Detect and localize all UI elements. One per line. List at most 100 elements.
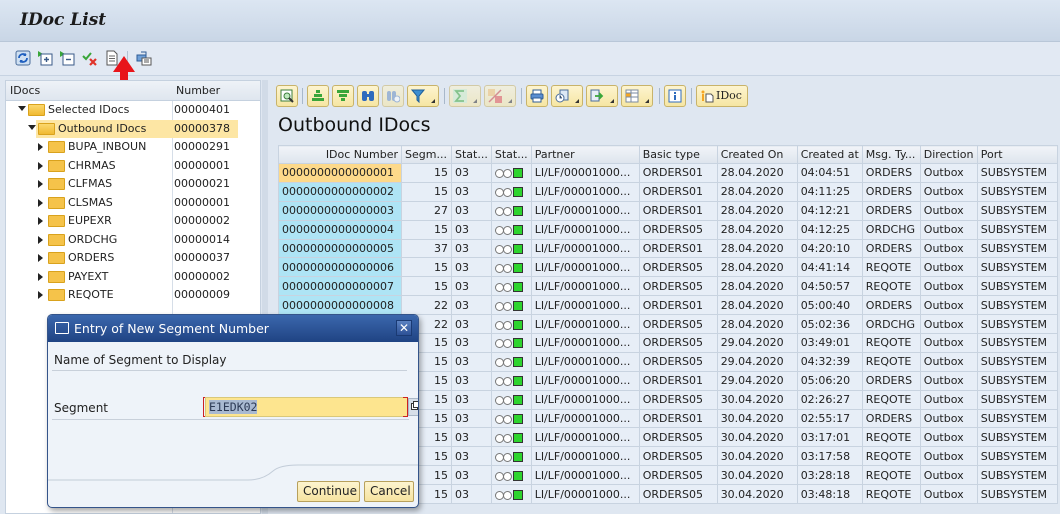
cell: 04:04:51 (796, 163, 863, 183)
filter-button[interactable] (407, 85, 439, 107)
idoc-number-cell[interactable]: 0000000000000001 (278, 163, 402, 183)
cell: SUBSYSTEM (976, 427, 1058, 448)
status-green-light-icon (494, 395, 523, 406)
views-button[interactable] (551, 85, 583, 107)
cell: 28.04.2020 (716, 163, 798, 183)
cell: 30.04.2020 (716, 446, 798, 467)
continue-button[interactable]: Continue (297, 481, 360, 502)
tree-node-number: 00000009 (174, 288, 230, 301)
tree-column-number[interactable]: Number (176, 84, 220, 97)
expand-right-icon[interactable] (38, 161, 43, 170)
expand-right-icon[interactable] (38, 235, 43, 244)
idoc-number-cell[interactable]: 0000000000000003 (278, 200, 402, 221)
expand-subtree-icon[interactable] (37, 50, 53, 66)
expand-right-icon[interactable] (38, 272, 43, 281)
table-row[interactable]: 0000000000000004 15 03 LI/LF/00001000... ORD… (278, 219, 1058, 240)
idoc-number-cell[interactable]: 0000000000000007 (278, 276, 402, 297)
expand-right-icon[interactable] (38, 143, 43, 151)
cell: REQOTE (861, 389, 921, 410)
find-button[interactable] (357, 85, 379, 107)
tree-node[interactable]: REQOTE 00000009 (6, 286, 260, 304)
cell: ORDERS01 (638, 163, 718, 183)
status-lights-cell (490, 408, 532, 429)
dialog-title-bar[interactable]: Entry of New Segment Number ✕ (48, 315, 418, 342)
tree-node[interactable]: CHRMAS 00000001 (6, 157, 260, 175)
status-lights-cell (490, 238, 532, 259)
expand-down-icon[interactable] (28, 124, 36, 130)
cell: 03 (451, 333, 492, 353)
column-header[interactable]: Stat... (451, 145, 492, 164)
expand-right-icon[interactable] (38, 217, 43, 225)
column-header[interactable]: Partner (530, 145, 640, 164)
column-header[interactable]: Created On (716, 145, 798, 164)
column-header[interactable]: Direction (919, 145, 978, 164)
check-cancel-icon[interactable] (82, 50, 98, 66)
column-header[interactable]: Stat... (490, 145, 532, 164)
export-button[interactable] (586, 85, 618, 107)
table-row[interactable]: 0000000000000003 27 03 LI/LF/00001000... ORD… (278, 200, 1058, 221)
find-next-button[interactable] (382, 85, 404, 107)
subtotal-button[interactable] (484, 85, 516, 107)
expand-down-icon[interactable] (18, 106, 26, 111)
collapse-subtree-icon[interactable] (59, 50, 75, 66)
cell: 28.04.2020 (716, 238, 798, 259)
cell: ORDERS05 (638, 484, 718, 505)
status-green-light-icon (494, 281, 523, 292)
expand-right-icon[interactable] (38, 198, 43, 207)
tree-column-idocs[interactable]: IDocs (10, 84, 40, 97)
table-row[interactable]: 0000000000000006 15 03 LI/LF/00001000... ORD… (278, 257, 1058, 278)
column-header[interactable]: IDoc Number (278, 145, 402, 164)
tree-node[interactable]: EUPEXR 00000002 (6, 212, 260, 230)
cell: LI/LF/00001000... (530, 408, 640, 429)
idoc-number-cell[interactable]: 0000000000000008 (278, 295, 402, 316)
tree-node[interactable]: Selected IDocs 00000401 (6, 101, 260, 119)
info-button[interactable] (664, 85, 686, 107)
refresh-icon[interactable] (15, 50, 31, 66)
cell: 28.04.2020 (716, 314, 798, 335)
tree-node[interactable]: ORDCHG 00000014 (6, 231, 260, 249)
cell: SUBSYSTEM (976, 446, 1058, 467)
cell: SUBSYSTEM (976, 465, 1058, 486)
sort-ascending-button[interactable] (307, 85, 329, 107)
sort-descending-button[interactable] (332, 85, 354, 107)
table-row[interactable]: 0000000000000001 15 03 LI/LF/00001000... ORD… (278, 163, 1058, 183)
transport-icon[interactable] (136, 50, 152, 66)
cancel-button[interactable]: Cancel (364, 481, 414, 502)
segment-input[interactable]: E1EDK02 (205, 397, 408, 417)
tree-node[interactable]: CLSMAS 00000001 (6, 194, 260, 212)
expand-right-icon[interactable] (38, 180, 43, 188)
tree-node[interactable]: CLFMAS 00000021 (6, 175, 260, 193)
column-header[interactable]: Created at (796, 145, 863, 164)
idoc-number-cell[interactable]: 0000000000000006 (278, 257, 402, 278)
column-header[interactable]: Segm... (401, 145, 452, 164)
details-button[interactable] (276, 85, 298, 107)
cell: SUBSYSTEM (976, 351, 1058, 372)
sum-button[interactable] (449, 85, 481, 107)
table-row[interactable]: 0000000000000005 37 03 LI/LF/00001000... ORD… (278, 238, 1058, 259)
table-row[interactable]: 0000000000000002 15 03 LI/LF/00001000... ORD… (278, 181, 1058, 202)
column-header[interactable]: Msg. Ty... (861, 145, 921, 164)
tree-node[interactable]: ORDERS 00000037 (6, 249, 260, 267)
tree-node[interactable]: BUPA_INBOUN 00000291 (6, 138, 260, 156)
table-row[interactable]: 0000000000000007 15 03 LI/LF/00001000... ORD… (278, 276, 1058, 297)
cell: ORDCHG (861, 219, 921, 240)
tree-node-label: Selected IDocs (48, 103, 130, 116)
print-button[interactable] (526, 85, 548, 107)
column-header[interactable]: Basic type (638, 145, 718, 164)
expand-right-icon[interactable] (38, 291, 43, 299)
value-help-button[interactable] (408, 398, 418, 416)
tree-node-number: 00000021 (174, 177, 230, 190)
idoc-button[interactable]: IDoc (696, 85, 748, 107)
segment-count-cell: 15 (401, 219, 452, 240)
layout-button[interactable] (621, 85, 653, 107)
column-header[interactable]: Port (976, 145, 1058, 164)
expand-right-icon[interactable] (38, 254, 43, 262)
tree-node[interactable]: Outbound IDocs 00000378 (6, 119, 260, 138)
cell: Outbox (919, 446, 978, 467)
idoc-number-cell[interactable]: 0000000000000005 (278, 238, 402, 259)
tree-node[interactable]: PAYEXT 00000002 (6, 268, 260, 286)
close-button[interactable]: ✕ (396, 320, 412, 336)
idoc-number-cell[interactable]: 0000000000000002 (278, 181, 402, 202)
idoc-number-cell[interactable]: 0000000000000004 (278, 219, 402, 240)
table-row[interactable]: 0000000000000008 22 03 LI/LF/00001000... ORD… (278, 295, 1058, 316)
